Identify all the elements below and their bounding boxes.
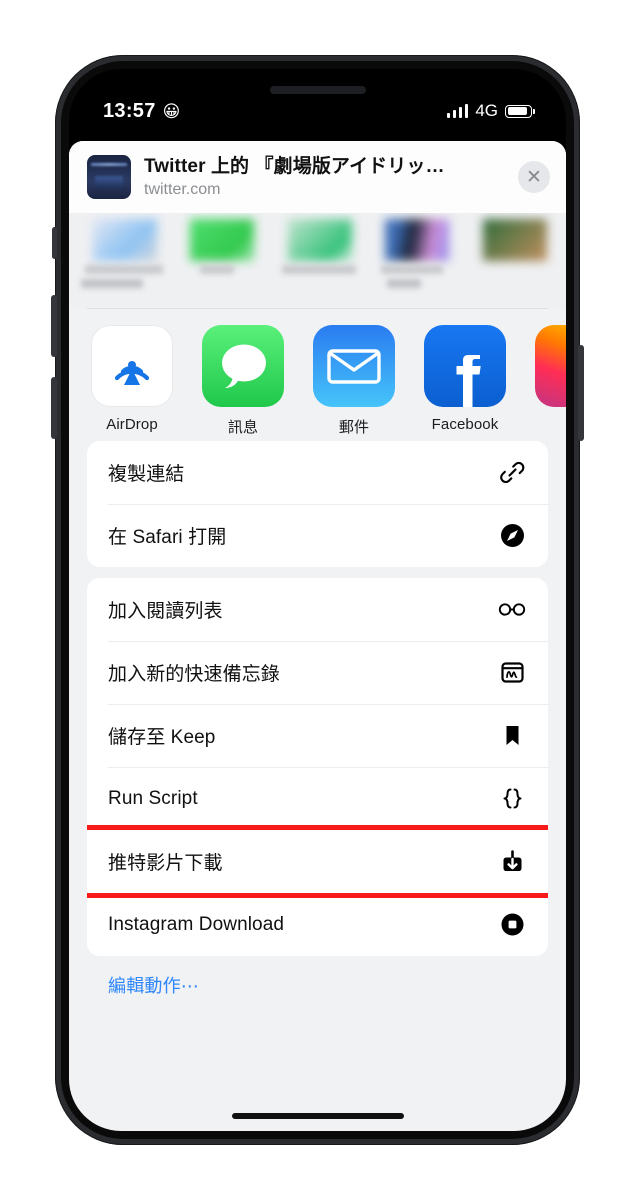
- suggested-contact[interactable]: [471, 219, 554, 303]
- stop-circle-icon: [497, 910, 527, 940]
- share-action-label: Run Script: [108, 787, 198, 809]
- iphone-frame: 13:57 😀 4G Twitter 上的 『劇場版アイドリッ… twitter…: [51, 55, 584, 1145]
- glasses-icon: [497, 595, 527, 625]
- airdrop-icon: [91, 325, 173, 407]
- status-bar: 13:57 😀 4G: [69, 69, 566, 131]
- bookmark-icon: [497, 721, 527, 751]
- suggested-contact[interactable]: [81, 219, 164, 303]
- share-domain: twitter.com: [144, 181, 221, 199]
- share-target-facebook[interactable]: Facebook: [424, 325, 506, 439]
- suggested-contact[interactable]: [178, 219, 261, 303]
- highlighted-action-wrapper: 推特影片下載: [87, 825, 548, 898]
- power-button[interactable]: [578, 345, 584, 441]
- share-action-copy-link[interactable]: 複製連結: [87, 441, 548, 504]
- link-preview-thumbnail: [87, 155, 131, 199]
- status-bar-left: 13:57 😀: [103, 100, 180, 123]
- share-action-run-script[interactable]: Run Script: [87, 767, 548, 830]
- share-action-group: 複製連結 在 Safari 打開: [87, 441, 548, 567]
- messages-icon: [202, 325, 284, 407]
- earpiece-speaker: [269, 86, 366, 94]
- share-action-save-to-keep[interactable]: 儲存至 Keep: [87, 704, 548, 767]
- share-action-instagram-download[interactable]: Instagram Download: [87, 893, 548, 956]
- share-action-add-to-quick-note[interactable]: 加入新的快速備忘錄: [87, 641, 548, 704]
- suggested-contact[interactable]: [373, 219, 456, 303]
- suggested-contact[interactable]: [276, 219, 359, 303]
- edit-actions-button[interactable]: 編輯動作⋯: [87, 972, 548, 998]
- share-action-label: 複製連結: [108, 464, 185, 485]
- share-sheet-header: Twitter 上的 『劇場版アイドリッ… twitter.com ✕: [69, 141, 566, 213]
- share-target-label: 訊息: [227, 419, 259, 436]
- instagram-icon: [535, 325, 566, 407]
- focus-mode-emoji-icon: 😀: [162, 101, 181, 121]
- phone-screen: 13:57 😀 4G Twitter 上的 『劇場版アイドリッ… twitter…: [69, 69, 566, 1131]
- share-target-label: AirDrop: [106, 416, 158, 433]
- share-target-mail[interactable]: 郵件: [313, 325, 395, 439]
- share-actions-list: 複製連結 在 Safari 打開 加入閱讀列表 加入新的快速備忘錄 儲存至 Ke…: [69, 441, 566, 1131]
- share-action-label: Instagram Download: [108, 913, 285, 935]
- share-action-label: 在 Safari 打開: [108, 527, 227, 548]
- quick-note-icon: [497, 658, 527, 688]
- share-title: Twitter 上的 『劇場版アイドリッ…: [144, 155, 445, 177]
- share-app-targets-row[interactable]: AirDrop 訊息 郵件 Facebook: [69, 309, 566, 439]
- volume-down-button[interactable]: [51, 377, 57, 439]
- share-action-group: 加入閱讀列表 加入新的快速備忘錄 儲存至 Keep Run Script 推特影…: [87, 578, 548, 956]
- status-bar-clock: 13:57: [103, 99, 156, 122]
- share-target-label: Facebook: [431, 416, 499, 433]
- share-action-label: 儲存至 Keep: [108, 727, 216, 748]
- volume-up-button[interactable]: [51, 295, 57, 357]
- close-icon[interactable]: ✕: [518, 161, 550, 193]
- share-target-airdrop[interactable]: AirDrop: [91, 325, 173, 439]
- share-target-instagram[interactable]: [535, 325, 566, 439]
- share-action-open-in-safari[interactable]: 在 Safari 打開: [87, 504, 548, 567]
- battery-icon: [505, 104, 535, 118]
- share-action-label: 加入新的快速備忘錄: [108, 664, 280, 685]
- status-bar-right: 4G: [446, 101, 535, 121]
- facebook-icon: [424, 325, 506, 407]
- safari-compass-icon: [497, 521, 527, 551]
- cellular-signal-icon: [446, 104, 469, 118]
- share-target-label: 郵件: [338, 419, 370, 436]
- share-action-label: 推特影片下載: [108, 853, 223, 874]
- home-indicator[interactable]: [231, 1113, 404, 1119]
- link-icon: [497, 458, 527, 488]
- share-action-twitter-video-download[interactable]: 推特影片下載: [87, 830, 548, 893]
- share-target-messages[interactable]: 訊息: [202, 325, 284, 439]
- suggested-contacts-row[interactable]: [69, 213, 566, 309]
- download-box-icon: [497, 847, 527, 877]
- silence-switch[interactable]: [52, 227, 57, 259]
- share-action-label: 加入閱讀列表: [108, 601, 223, 622]
- share-action-add-to-reading-list[interactable]: 加入閱讀列表: [87, 578, 548, 641]
- share-sheet-header-text: Twitter 上的 『劇場版アイドリッ… twitter.com: [144, 155, 505, 200]
- share-sheet: Twitter 上的 『劇場版アイドリッ… twitter.com ✕ AirD…: [69, 141, 566, 1131]
- network-type-label: 4G: [475, 101, 498, 120]
- mail-icon: [313, 325, 395, 407]
- screenshot-stage: 13:57 😀 4G Twitter 上的 『劇場版アイドリッ… twitter…: [0, 0, 635, 1200]
- curly-braces-icon: [497, 784, 527, 814]
